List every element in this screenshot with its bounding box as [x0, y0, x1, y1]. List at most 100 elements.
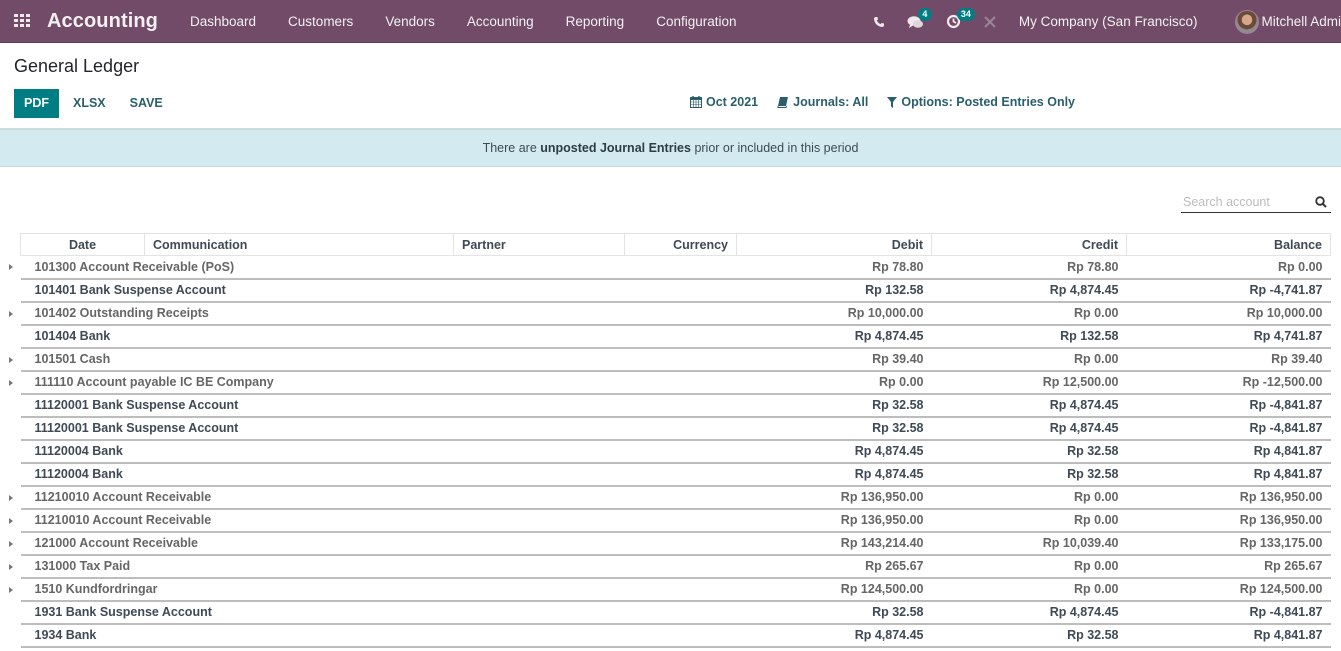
general-ledger-table: Date Communication Partner Currency Debi…: [8, 233, 1331, 648]
table-row[interactable]: 121000 Account Receivable Rp 143,214.40 Rp…: [8, 532, 1331, 555]
account-name[interactable]: 11210010 Account Receivable: [8, 509, 737, 532]
credit-cell: Rp 78.80: [1067, 259, 1119, 274]
menu-accounting[interactable]: Accounting: [451, 0, 550, 43]
account-name[interactable]: 101300 Account Receivable (PoS): [8, 256, 737, 279]
menu-configuration[interactable]: Configuration: [640, 0, 752, 43]
credit-cell: Rp 32.58: [1067, 628, 1119, 642]
company-switcher[interactable]: My Company (San Francisco): [1019, 14, 1198, 29]
account-label: 11210010 Account Receivable: [34, 513, 212, 527]
menu-vendors[interactable]: Vendors: [369, 0, 451, 43]
caret-right-icon[interactable]: [8, 540, 13, 547]
account-name[interactable]: 131000 Tax Paid: [8, 555, 737, 578]
alert-text-emphasis: unposted Journal Entries: [540, 141, 691, 155]
app-title[interactable]: Accounting: [47, 10, 158, 33]
search-account-input[interactable]: [1181, 194, 1301, 209]
control-panel: General Ledger PDF XLSX SAVE Oct 2021 Jo…: [0, 43, 1341, 129]
balance-cell: Rp -4,741.87: [1249, 283, 1323, 297]
column-date: Date: [20, 233, 145, 256]
search-icon[interactable]: [1315, 195, 1327, 208]
table-row[interactable]: 11210010 Account Receivable Rp 136,950.00…: [8, 509, 1331, 532]
table-row[interactable]: 11120004 Bank Rp 4,874.45 Rp 32.58 Rp 4,841…: [20, 440, 1331, 463]
alert-text-prefix: There are: [482, 141, 541, 155]
account-name[interactable]: 11120001 Bank Suspense Account: [21, 417, 737, 440]
debug-tools-icon[interactable]: [983, 0, 997, 43]
caret-right-icon[interactable]: [8, 563, 13, 570]
account-name[interactable]: 121000 Account Receivable: [8, 532, 737, 555]
account-name[interactable]: 1510 Kundfordringar: [8, 578, 737, 601]
balance-cell: Rp 39.40: [1271, 352, 1323, 366]
credit-cell: Rp 0.00: [1074, 306, 1119, 320]
credit-cell: Rp 132.58: [1060, 329, 1119, 343]
caret-right-icon[interactable]: [8, 356, 13, 363]
table-row[interactable]: 11120001 Bank Suspense Account Rp 32.58 Rp…: [20, 394, 1331, 417]
table-row[interactable]: 1931 Bank Suspense Account Rp 32.58 Rp 4,8…: [20, 601, 1331, 624]
credit-cell: Rp 32.58: [1067, 467, 1119, 481]
messages-badge: 4: [917, 8, 932, 21]
credit-cell: Rp 0.00: [1074, 490, 1119, 504]
apps-menu-icon[interactable]: [14, 14, 32, 28]
caret-right-icon[interactable]: [8, 310, 13, 317]
account-label: 11120001 Bank Suspense Account: [34, 421, 239, 435]
account-name[interactable]: 101404 Bank: [21, 325, 737, 348]
account-name[interactable]: 11210010 Account Receivable: [8, 486, 737, 509]
table-row[interactable]: 101300 Account Receivable (PoS) Rp 78.80 R…: [8, 256, 1331, 279]
report-filters: Oct 2021 Journals: All Options: Posted E…: [690, 95, 1094, 109]
table-row[interactable]: 11120001 Bank Suspense Account Rp 32.58 Rp…: [20, 417, 1331, 440]
caret-right-icon[interactable]: [8, 264, 13, 270]
caret-right-icon[interactable]: [8, 586, 13, 593]
calendar-icon: [690, 96, 702, 108]
account-name[interactable]: 1934 Bank: [21, 624, 737, 647]
table-row[interactable]: 1510 Kundfordringar Rp 124,500.00 Rp 0.00 R…: [8, 578, 1331, 601]
activities-icon[interactable]: 34: [946, 0, 975, 43]
account-name[interactable]: 11120001 Bank Suspense Account: [21, 394, 737, 417]
table-row[interactable]: 111110 Account payable IC BE Company Rp 0…: [8, 371, 1331, 394]
unposted-entries-alert: There are unposted Journal Entries prior…: [0, 129, 1341, 167]
messages-icon[interactable]: 4: [907, 0, 932, 43]
account-name[interactable]: 11120004 Bank: [21, 440, 737, 463]
phone-icon[interactable]: [873, 0, 885, 43]
table-row[interactable]: 101402 Outstanding Receipts Rp 10,000.00 R…: [8, 302, 1331, 325]
table-row[interactable]: 1934 Bank Rp 4,874.45 Rp 32.58 Rp 4,841.87: [20, 624, 1331, 647]
table-row[interactable]: 11120004 Bank Rp 4,874.45 Rp 32.58 Rp 4,841…: [20, 463, 1331, 486]
table-row[interactable]: 101501 Cash Rp 39.40 Rp 0.00 Rp 39.40: [8, 348, 1331, 371]
pdf-button[interactable]: PDF: [14, 89, 59, 118]
account-label: 131000 Tax Paid: [34, 559, 131, 573]
account-name[interactable]: 101501 Cash: [8, 348, 737, 371]
debit-cell: Rp 10,000.00: [847, 306, 924, 320]
account-name[interactable]: 101402 Outstanding Receipts: [8, 302, 737, 325]
account-label: 11120004 Bank: [34, 444, 123, 458]
menu-customers[interactable]: Customers: [272, 0, 369, 43]
debit-cell: Rp 32.58: [872, 421, 924, 435]
user-name: Mitchell Admi: [1261, 14, 1341, 29]
options-filter[interactable]: Options: Posted Entries Only: [887, 95, 1075, 109]
table-row[interactable]: 131000 Tax Paid Rp 265.67 Rp 0.00 Rp 265.67: [8, 555, 1331, 578]
balance-cell: Rp -4,841.87: [1249, 605, 1323, 619]
account-label: 11120004 Bank: [34, 467, 123, 481]
xlsx-button[interactable]: XLSX: [63, 89, 116, 118]
journals-filter[interactable]: Journals: All: [777, 95, 868, 109]
alert-text-suffix: prior or included in this period: [690, 141, 859, 155]
date-filter[interactable]: Oct 2021: [690, 95, 758, 109]
column-debit: Debit: [736, 233, 932, 256]
account-name[interactable]: 111110 Account payable IC BE Company: [8, 371, 737, 394]
account-label: 111110 Account payable IC BE Company: [34, 375, 274, 389]
column-communication: Communication: [144, 233, 454, 256]
debit-cell: Rp 0.00: [879, 375, 924, 389]
caret-right-icon[interactable]: [8, 379, 13, 386]
table-row[interactable]: 11210010 Account Receivable Rp 136,950.00…: [8, 486, 1331, 509]
credit-cell: Rp 4,874.45: [1049, 605, 1119, 619]
caret-right-icon[interactable]: [8, 494, 13, 501]
menu-reporting[interactable]: Reporting: [550, 0, 641, 43]
balance-cell: Rp 10,000.00: [1246, 306, 1323, 320]
user-menu[interactable]: Mitchell Admi: [1235, 9, 1341, 34]
caret-right-icon[interactable]: [8, 517, 13, 524]
account-name[interactable]: 101401 Bank Suspense Account: [21, 279, 737, 302]
table-row[interactable]: 101404 Bank Rp 4,874.45 Rp 132.58 Rp 4,741.…: [20, 325, 1331, 348]
save-button[interactable]: SAVE: [120, 89, 173, 118]
debit-cell: Rp 32.58: [872, 605, 924, 619]
account-name[interactable]: 1931 Bank Suspense Account: [21, 601, 737, 624]
account-name[interactable]: 11120004 Bank: [21, 463, 737, 486]
menu-dashboard[interactable]: Dashboard: [174, 0, 272, 43]
table-row[interactable]: 101401 Bank Suspense Account Rp 132.58 Rp …: [20, 279, 1331, 302]
credit-cell: Rp 0.00: [1074, 582, 1119, 596]
